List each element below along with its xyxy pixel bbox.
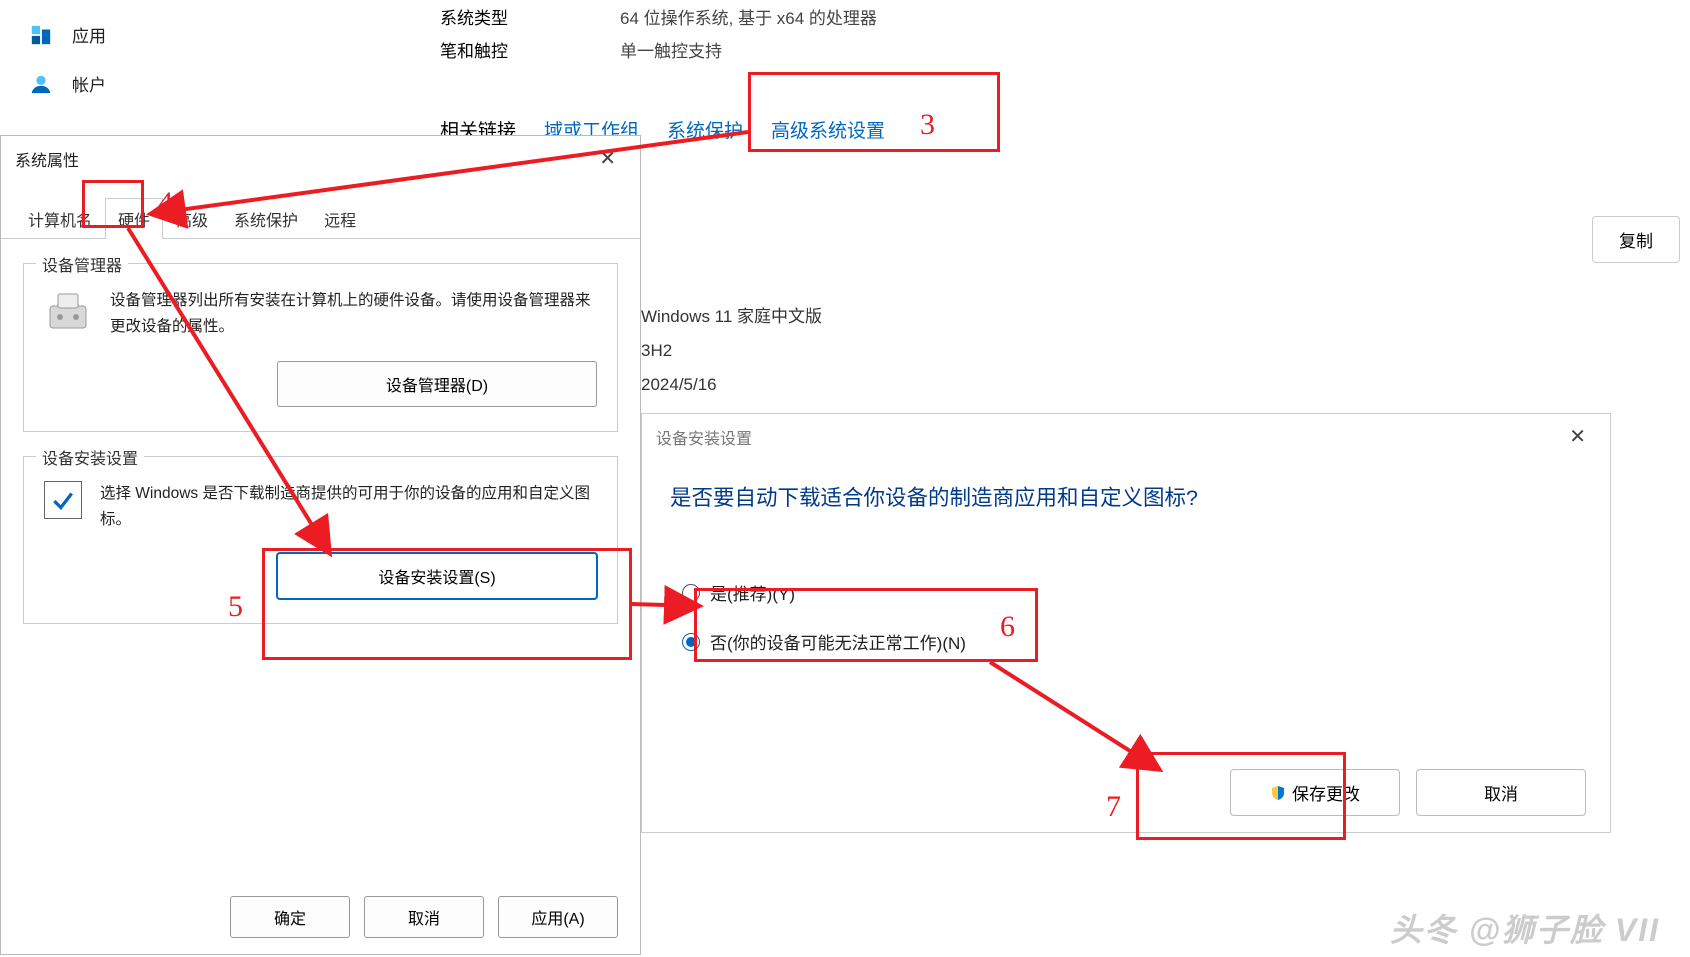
sidebar-item-label: 应用 xyxy=(72,22,106,47)
settings-sidebar: 应用 帐户 xyxy=(0,0,410,135)
link-system-protection[interactable]: 系统保护 xyxy=(667,116,743,143)
group-title: 设备安装设置 xyxy=(36,445,144,469)
detail-key: 笔和触控 xyxy=(440,37,620,62)
device-install-settings-group: 设备安装设置 选择 Windows 是否下载制造商提供的可用于你的设备的应用和自… xyxy=(23,456,618,625)
radio-label: 否(你的设备可能无法正常工作)(N) xyxy=(710,629,966,654)
dialog-footer: 确定 取消 应用(A) xyxy=(1,880,640,954)
device-manager-button[interactable]: 设备管理器(D) xyxy=(277,361,597,407)
edition-line: 3H2 xyxy=(641,334,822,368)
ok-button[interactable]: 确定 xyxy=(230,896,350,938)
dialog-question: 是否要自动下载适合你设备的制造商应用和自定义图标? xyxy=(642,459,1610,518)
radio-label: 是(推荐)(Y) xyxy=(710,580,795,605)
shield-icon xyxy=(1270,785,1286,801)
tab-system-protection[interactable]: 系统保护 xyxy=(221,198,311,239)
system-properties-dialog: 系统属性 ✕ 计算机名 硬件 高级 系统保护 远程 设备管理器 设备管理器列出所… xyxy=(0,135,641,955)
dialog-titlebar: 设备安装设置 ✕ xyxy=(642,414,1610,459)
group-description: 设备管理器列出所有安装在计算机上的硬件设备。请使用设备管理器来更改设备的属性。 xyxy=(110,288,597,341)
detail-row: 系统类型 64 位操作系统, 基于 x64 的处理器 xyxy=(440,0,1670,33)
edition-line: 2024/5/16 xyxy=(641,368,822,402)
dialog-title-text: 系统属性 xyxy=(15,147,79,171)
sidebar-item-accounts[interactable]: 帐户 xyxy=(0,59,410,108)
watermark: 头冬 @狮子脸 VII xyxy=(1390,905,1660,951)
group-description: 选择 Windows 是否下载制造商提供的可用于你的设备的应用和自定义图标。 xyxy=(100,481,597,534)
device-manager-group: 设备管理器 设备管理器列出所有安装在计算机上的硬件设备。请使用设备管理器来更改设… xyxy=(23,263,618,432)
group-title: 设备管理器 xyxy=(36,252,128,276)
edition-line: Windows 11 家庭中文版 xyxy=(641,300,822,334)
radio-yes[interactable]: 是(推荐)(Y) xyxy=(682,574,1570,623)
device-install-settings-dialog: 设备安装设置 ✕ 是否要自动下载适合你设备的制造商应用和自定义图标? 是(推荐)… xyxy=(641,413,1611,833)
close-icon[interactable]: ✕ xyxy=(1559,422,1596,451)
radio-no[interactable]: 否(你的设备可能无法正常工作)(N) xyxy=(682,623,1570,672)
tab-advanced[interactable]: 高级 xyxy=(163,198,221,239)
detail-value: 单一触控支持 xyxy=(620,37,722,62)
tab-strip: 计算机名 硬件 高级 系统保护 远程 xyxy=(1,197,640,239)
device-manager-icon xyxy=(44,288,92,336)
save-changes-button[interactable]: 保存更改 xyxy=(1230,769,1400,816)
dialog-title-text: 设备安装设置 xyxy=(656,425,752,449)
dialog-titlebar: 系统属性 ✕ xyxy=(1,136,640,181)
radio-icon xyxy=(682,584,700,602)
copy-button[interactable]: 复制 xyxy=(1592,216,1680,263)
tab-computer-name[interactable]: 计算机名 xyxy=(15,198,105,239)
button-label: 保存更改 xyxy=(1292,780,1360,805)
system-details: 系统类型 64 位操作系统, 基于 x64 的处理器 笔和触控 单一触控支持 相… xyxy=(440,0,1670,143)
apply-button[interactable]: 应用(A) xyxy=(498,896,618,938)
windows-edition-info: Windows 11 家庭中文版 3H2 2024/5/16 xyxy=(641,300,822,402)
tab-remote[interactable]: 远程 xyxy=(311,198,369,239)
cancel-button[interactable]: 取消 xyxy=(364,896,484,938)
tab-hardware[interactable]: 硬件 xyxy=(105,198,163,239)
detail-key: 系统类型 xyxy=(440,4,620,29)
close-icon[interactable]: ✕ xyxy=(589,144,626,173)
detail-value: 64 位操作系统, 基于 x64 的处理器 xyxy=(620,4,877,29)
radio-group: 是(推荐)(Y) 否(你的设备可能无法正常工作)(N) xyxy=(642,518,1610,672)
cancel-button[interactable]: 取消 xyxy=(1416,769,1586,816)
checkmark-icon xyxy=(44,481,82,519)
detail-row: 笔和触控 单一触控支持 xyxy=(440,33,1670,66)
sidebar-item-label: 帐户 xyxy=(72,71,106,96)
link-advanced-system-settings[interactable]: 高级系统设置 xyxy=(771,116,885,143)
sidebar-item-apps[interactable]: 应用 xyxy=(0,10,410,59)
apps-icon xyxy=(30,24,52,46)
radio-icon xyxy=(682,633,700,651)
user-icon xyxy=(30,73,52,95)
device-install-settings-button[interactable]: 设备安装设置(S) xyxy=(277,553,597,599)
dialog-footer: 保存更改 取消 xyxy=(1230,769,1586,816)
